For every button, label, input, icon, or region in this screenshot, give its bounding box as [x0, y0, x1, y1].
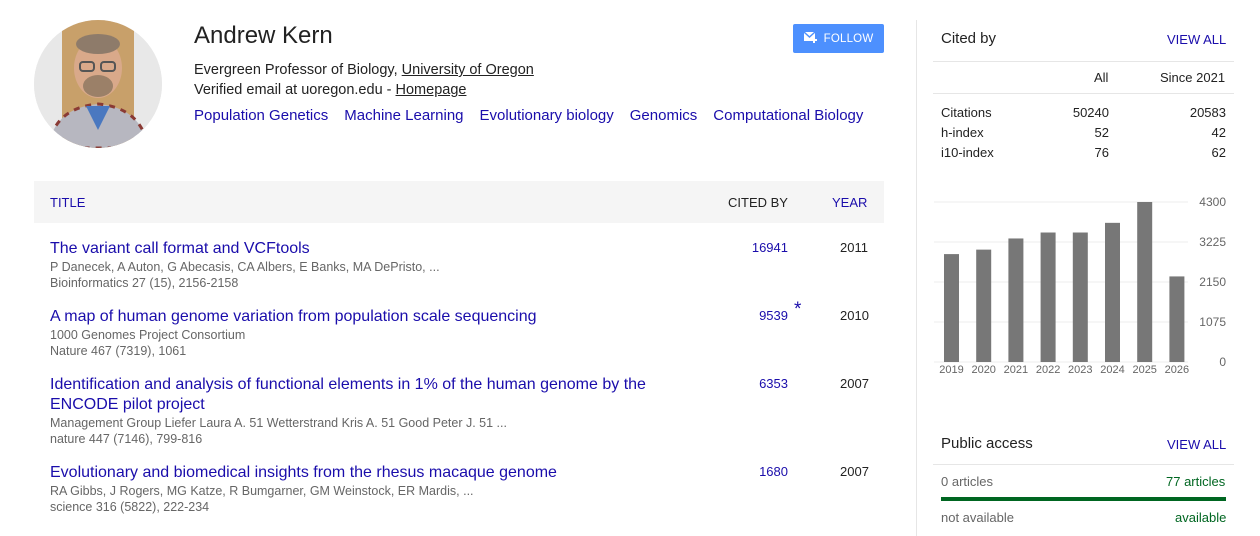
chart-bar-2019[interactable] — [944, 254, 959, 362]
article-authors: RA Gibbs, J Rogers, MG Katze, R Bumgarne… — [50, 484, 474, 498]
profile-affiliation: Evergreen Professor of Biology, Universi… — [194, 62, 534, 78]
homepage-link[interactable]: Homepage — [396, 82, 467, 98]
article-title-link[interactable]: A map of human genome variation from pop… — [50, 307, 670, 327]
chart-bar-2022[interactable] — [1040, 232, 1056, 362]
stat-i10-index-since: 62 — [1211, 145, 1226, 160]
cited-by-header: CITED BY — [728, 195, 788, 210]
cited-by-count-link[interactable]: 6353 — [738, 376, 788, 391]
chart-x-tick-label: 2025 — [1132, 364, 1156, 376]
cited-by-count-link[interactable]: 9539 — [738, 308, 788, 323]
chart-y-tick-label: 4300 — [1199, 195, 1226, 209]
article-year: 2011 — [840, 240, 868, 255]
chart-y-tick-label: 1075 — [1199, 315, 1226, 329]
cited-by-heading: Cited by — [941, 30, 997, 47]
stats-col-all-header: All — [1094, 70, 1109, 85]
divider — [933, 464, 1234, 465]
cited-by-count-link[interactable]: 1680 — [738, 464, 788, 479]
interest-link[interactable]: Evolutionary biology — [480, 107, 614, 124]
chart-y-tick-label: 0 — [1219, 355, 1226, 369]
interest-link[interactable]: Population Genetics — [194, 107, 328, 124]
chart-bar-2020[interactable] — [976, 249, 992, 362]
article-year: 2007 — [840, 376, 869, 391]
table-row: Evolutionary and biomedical insights fro… — [50, 463, 884, 515]
chart-x-tick-label: 2021 — [1004, 364, 1028, 376]
follow-label: FOLLOW — [823, 32, 874, 45]
sort-by-year-header[interactable]: YEAR — [832, 195, 867, 210]
article-year: 2007 — [840, 464, 869, 479]
divider — [933, 93, 1234, 94]
cited-by-count-link[interactable]: 16941 — [738, 240, 788, 255]
interest-link[interactable]: Genomics — [630, 107, 698, 124]
available-label: available — [1175, 510, 1227, 525]
chart-x-tick-label: 2024 — [1100, 364, 1124, 376]
stat-h-index-all: 52 — [1094, 125, 1109, 140]
interest-link[interactable]: Computational Biology — [713, 107, 863, 124]
article-title-link[interactable]: The variant call format and VCFtools — [50, 239, 670, 259]
chart-x-tick-label: 2026 — [1165, 364, 1189, 376]
divider — [933, 61, 1234, 62]
sort-by-title-header[interactable]: TITLE — [50, 195, 85, 210]
mail-icon — [803, 31, 818, 46]
stats-col-since-header: Since 2021 — [1160, 70, 1226, 85]
chart-bar-2021[interactable] — [1008, 238, 1024, 362]
follow-button[interactable]: FOLLOW — [793, 24, 884, 53]
article-title-link[interactable]: Evolutionary and biomedical insights fro… — [50, 463, 670, 483]
public-access-heading: Public access — [941, 435, 1033, 452]
available-count-link[interactable]: 77 articles — [1166, 474, 1225, 489]
stat-label-h-index: h-index — [941, 125, 984, 140]
interest-link[interactable]: Machine Learning — [344, 107, 463, 124]
article-authors: Management Group Liefer Laura A. 51 Wett… — [50, 416, 507, 430]
article-year: 2010 — [840, 308, 869, 323]
stat-h-index-since: 42 — [1211, 125, 1226, 140]
chart-bar-2025[interactable] — [1137, 202, 1153, 362]
stat-i10-index-all: 76 — [1094, 145, 1109, 160]
profile-name: Andrew Kern — [194, 22, 333, 49]
table-row: The variant call format and VCFtools P D… — [50, 239, 884, 291]
affiliation-link[interactable]: University of Oregon — [402, 62, 534, 78]
table-row: Identification and analysis of functiona… — [50, 375, 884, 447]
chart-bar-2023[interactable] — [1072, 232, 1088, 362]
chart-x-tick-label: 2022 — [1036, 364, 1060, 376]
sidebar-divider — [916, 20, 917, 536]
article-venue: Bioinformatics 27 (15), 2156-2158 — [50, 276, 239, 290]
public-access-view-all-link[interactable]: VIEW ALL — [1167, 437, 1226, 452]
not-available-label: not available — [941, 510, 1014, 525]
chart-x-tick-label: 2019 — [939, 364, 963, 376]
citations-per-year-chart: 4300 3225 2150 1075 0 2019 2020 2021 2022 2023 202… — [934, 195, 1226, 376]
article-venue: science 316 (5822), 222-234 — [50, 500, 210, 514]
stat-label-i10-index: i10-index — [941, 145, 994, 160]
email-prefix: Verified email at uoregon.edu - — [194, 82, 396, 98]
article-title-link[interactable]: Identification and analysis of functiona… — [50, 375, 670, 415]
research-interests: Population Genetics Machine Learning Evo… — [194, 107, 863, 124]
chart-y-tick-label: 2150 — [1199, 275, 1226, 289]
article-authors: P Danecek, A Auton, G Abecasis, CA Alber… — [50, 260, 440, 274]
public-access-bar — [941, 497, 1226, 501]
chart-bar-2026[interactable] — [1169, 276, 1185, 362]
chart-bar-2024[interactable] — [1105, 222, 1120, 362]
articles-table-header: TITLE CITED BY YEAR — [34, 181, 884, 223]
article-authors: 1000 Genomes Project Consortium — [50, 328, 246, 342]
chart-y-tick-label: 3225 — [1199, 235, 1226, 249]
profile-photo — [34, 20, 162, 148]
chart-x-tick-label: 2023 — [1068, 364, 1092, 376]
stat-citations-all: 50240 — [1072, 105, 1109, 120]
stat-label-citations: Citations — [941, 105, 992, 120]
article-venue: Nature 467 (7319), 1061 — [50, 344, 187, 358]
merged-citations-star: * — [794, 299, 802, 320]
affiliation-prefix: Evergreen Professor of Biology, — [194, 62, 402, 78]
profile-email: Verified email at uoregon.edu - Homepage — [194, 82, 466, 98]
chart-x-tick-label: 2020 — [971, 364, 995, 376]
not-available-count: 0 articles — [941, 474, 994, 489]
table-row: A map of human genome variation from pop… — [50, 299, 884, 359]
stat-citations-since: 20583 — [1189, 105, 1226, 120]
cited-by-view-all-link[interactable]: VIEW ALL — [1167, 32, 1226, 47]
article-venue: nature 447 (7146), 799-816 — [50, 432, 203, 446]
